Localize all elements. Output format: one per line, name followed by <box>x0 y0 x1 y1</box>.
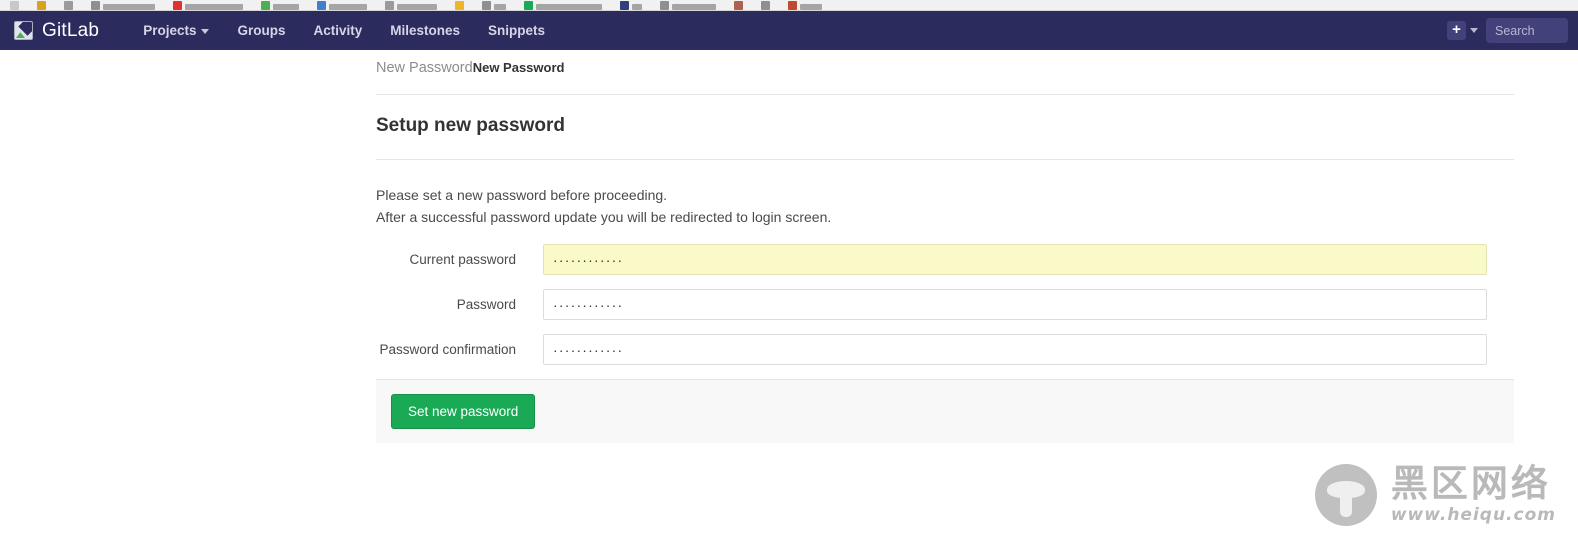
bookmark-item[interactable] <box>761 0 770 10</box>
intro-text: Please set a new password before proceed… <box>376 160 1514 228</box>
bookmark-item[interactable] <box>620 0 642 10</box>
gitlab-brand-label: GitLab <box>42 19 100 41</box>
bookmark-favicon-icon <box>524 1 533 10</box>
bookmark-label <box>329 4 367 10</box>
bookmark-favicon-icon <box>455 1 464 10</box>
bookmark-label <box>185 4 243 10</box>
site-watermark: 黑区网络 www.heiqu.com <box>1314 461 1556 526</box>
bookmark-item[interactable] <box>385 0 437 10</box>
bookmark-item[interactable] <box>64 0 73 10</box>
nav-item-groups[interactable]: Groups <box>223 11 299 50</box>
new-item-button[interactable]: + <box>1447 21 1478 40</box>
bookmark-item[interactable] <box>524 0 602 10</box>
page-content: New PasswordNew Password Setup new passw… <box>0 50 1578 536</box>
bookmark-item[interactable] <box>734 0 743 10</box>
bookmark-label <box>536 4 602 10</box>
bookmark-item[interactable] <box>10 0 19 10</box>
bookmark-item[interactable] <box>261 0 299 10</box>
navbar-right-group: + <box>1447 18 1570 43</box>
breadcrumb-current: New Password <box>472 60 565 75</box>
bookmark-favicon-icon <box>173 1 182 10</box>
search-input[interactable] <box>1486 18 1568 43</box>
breadcrumb: New PasswordNew Password <box>376 50 1514 76</box>
mushroom-logo-icon <box>1314 464 1377 526</box>
bookmark-item[interactable] <box>788 0 822 10</box>
breadcrumb-parent: New Password <box>376 60 473 76</box>
password-input[interactable] <box>543 289 1487 320</box>
bookmark-favicon-icon <box>385 1 394 10</box>
bookmark-label <box>632 4 642 10</box>
bookmark-favicon-icon <box>64 1 73 10</box>
bookmark-label <box>800 4 822 10</box>
nav-label-activity: Activity <box>313 23 363 38</box>
plus-icon: + <box>1447 21 1466 40</box>
watermark-text: 黑区网络 www.heiqu.com <box>1390 461 1556 526</box>
bookmark-favicon-icon <box>734 1 743 10</box>
form-row-password: Password <box>376 289 1514 320</box>
gitlab-top-navbar: GitLab Projects Groups Activity Mileston… <box>0 11 1578 50</box>
bookmark-label <box>672 4 716 10</box>
bookmark-favicon-icon <box>10 1 19 10</box>
chevron-down-icon <box>1470 28 1478 33</box>
bookmark-label <box>494 4 506 10</box>
bookmark-item[interactable] <box>660 0 716 10</box>
bookmark-favicon-icon <box>761 1 770 10</box>
set-new-password-button[interactable]: Set new password <box>391 394 536 429</box>
set-password-form: Current password Password Password confi… <box>376 228 1514 443</box>
chevron-down-icon <box>201 29 210 34</box>
page-title: Setup new password <box>376 115 565 136</box>
bookmark-item[interactable] <box>455 0 464 10</box>
bookmark-favicon-icon <box>261 1 270 10</box>
bookmark-item[interactable] <box>173 0 243 10</box>
watermark-brand: 黑区网络 <box>1390 461 1551 505</box>
nav-label-groups: Groups <box>237 23 286 38</box>
intro-line-2: After a successful password update you w… <box>376 209 832 225</box>
content-container: New PasswordNew Password Setup new passw… <box>376 50 1514 443</box>
nav-label-milestones: Milestones <box>390 23 461 38</box>
intro-line-1: Please set a new password before proceed… <box>376 187 668 203</box>
nav-label-projects: Projects <box>143 23 197 38</box>
nav-item-milestones[interactable]: Milestones <box>376 11 474 50</box>
broken-image-icon <box>14 21 33 40</box>
bookmark-favicon-icon <box>620 1 629 10</box>
watermark-url: www.heiqu.com <box>1390 505 1556 526</box>
label-password-confirmation: Password confirmation <box>379 342 516 357</box>
bookmark-favicon-icon <box>37 1 46 10</box>
nav-label-snippets: Snippets <box>488 23 546 38</box>
form-footer: Set new password <box>376 379 1514 443</box>
label-current-password: Current password <box>409 252 516 267</box>
bookmark-item[interactable] <box>317 0 367 10</box>
gitlab-home-link[interactable]: GitLab <box>14 20 99 42</box>
bookmark-favicon-icon <box>91 1 100 10</box>
nav-item-activity[interactable]: Activity <box>299 11 376 50</box>
bookmark-favicon-icon <box>788 1 797 10</box>
nav-item-snippets[interactable]: Snippets <box>474 11 559 50</box>
bookmark-label <box>103 4 155 10</box>
nav-item-projects[interactable]: Projects <box>129 11 223 50</box>
primary-nav: Projects Groups Activity Milestones Snip… <box>129 11 559 50</box>
form-row-current-password: Current password <box>376 244 1514 275</box>
password-confirmation-input[interactable] <box>543 334 1487 365</box>
current-password-input[interactable] <box>543 244 1487 275</box>
bookmark-favicon-icon <box>317 1 326 10</box>
bookmark-item[interactable] <box>482 0 506 10</box>
bookmark-item[interactable] <box>91 0 155 10</box>
label-password: Password <box>456 297 516 312</box>
bookmark-favicon-icon <box>482 1 491 10</box>
bookmark-label <box>397 4 437 10</box>
form-row-password-confirmation: Password confirmation <box>376 334 1514 365</box>
bookmark-favicon-icon <box>660 1 669 10</box>
browser-bookmarks-bar <box>0 0 1578 11</box>
bookmark-label <box>273 4 299 10</box>
bookmark-item[interactable] <box>37 0 46 10</box>
